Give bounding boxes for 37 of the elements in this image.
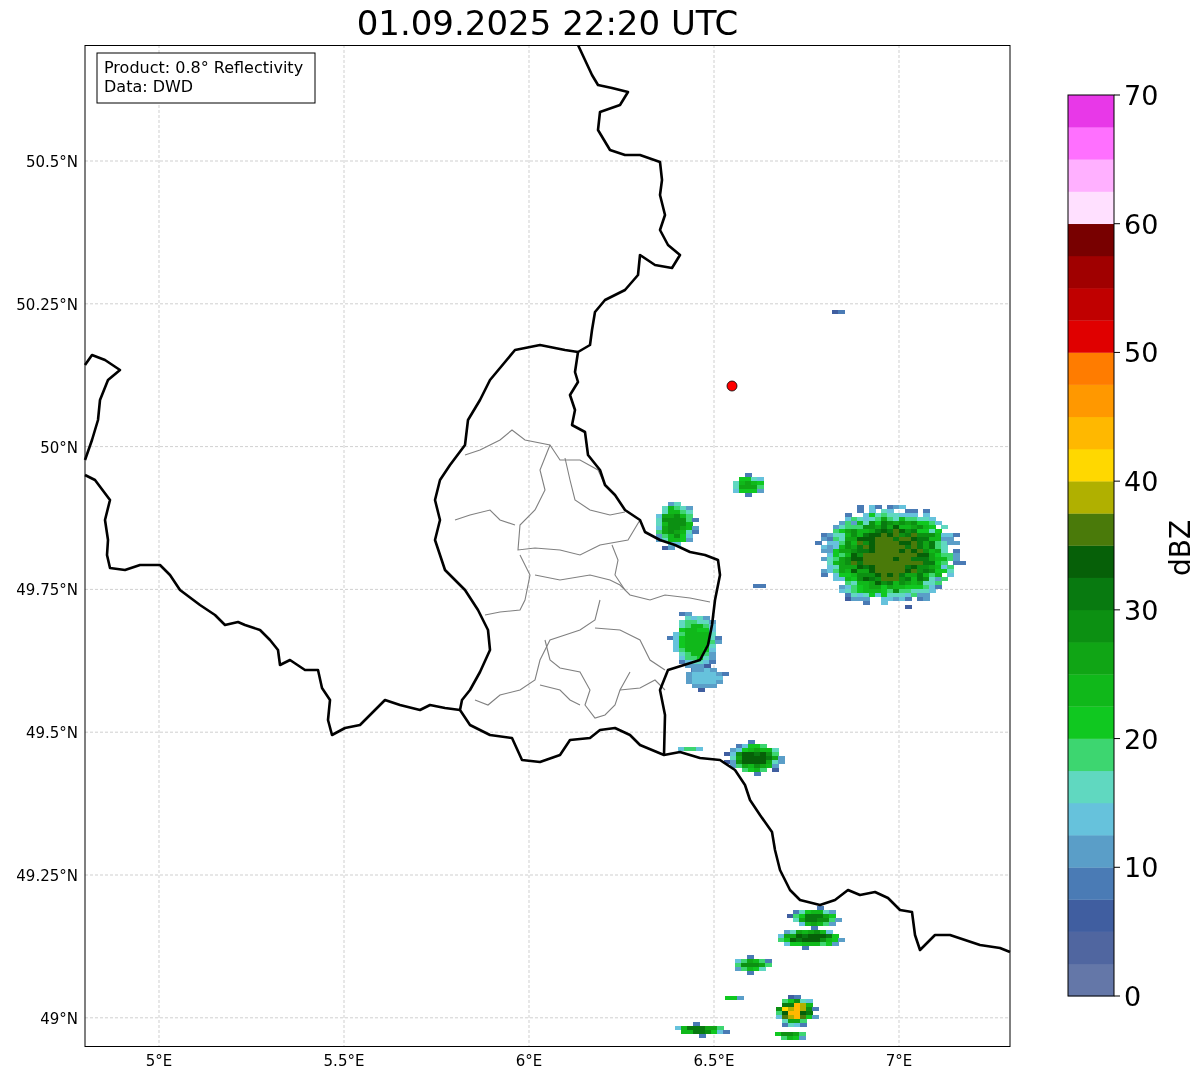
radar-echo: [787, 906, 842, 930]
radar-echo: [656, 502, 699, 550]
y-tick-label: 50°N: [40, 438, 78, 457]
radar-echo: [735, 955, 772, 975]
info-text: Data: DWD: [104, 77, 194, 96]
y-tick-label: 49.5°N: [25, 724, 78, 743]
x-tick-label: 7°E: [885, 1052, 913, 1070]
radar-echo: [733, 473, 764, 497]
y-tick-label: 49.25°N: [16, 867, 78, 885]
colorbar-label: dBZ: [1164, 519, 1197, 577]
radar-echo: [832, 310, 845, 314]
colorbar-tick-label: 40: [1124, 466, 1159, 498]
radar-echo: [675, 1022, 730, 1038]
colorbar-tick-label: 10: [1124, 852, 1159, 884]
colorbar-tick-label: 50: [1124, 337, 1159, 369]
x-tick-label: 5°E: [145, 1052, 173, 1070]
radar-echo: [775, 1032, 806, 1040]
y-tick-label: 49.75°N: [16, 581, 78, 600]
y-tick-label: 50.25°N: [16, 295, 78, 314]
radar-echo: [776, 995, 819, 1027]
x-tick-label: 6.5°E: [693, 1052, 735, 1070]
colorbar-tick-label: 70: [1124, 80, 1159, 111]
colorbar-tick-label: 0: [1124, 981, 1142, 1012]
radar-echo: [678, 747, 703, 751]
colorbar-tick-label: 20: [1124, 723, 1159, 755]
radar-echo: [778, 930, 845, 950]
y-tick-label: 49°N: [40, 1009, 78, 1028]
radar-echo: [725, 996, 744, 1000]
colorbar-tick-label: 60: [1124, 208, 1159, 240]
x-tick-label: 6°E: [515, 1052, 543, 1070]
x-tick-label: 5.5°E: [323, 1052, 365, 1070]
info-text: Product: 0.8° Reflectivity: [104, 58, 304, 77]
y-tick-label: 50.5°N: [25, 153, 78, 171]
chart-title: 01.09.2025 22:20 UTC: [356, 5, 739, 40]
radar-echo: [724, 740, 785, 776]
radar-echo: [753, 584, 766, 588]
colorbar-tick-label: 30: [1124, 594, 1159, 626]
